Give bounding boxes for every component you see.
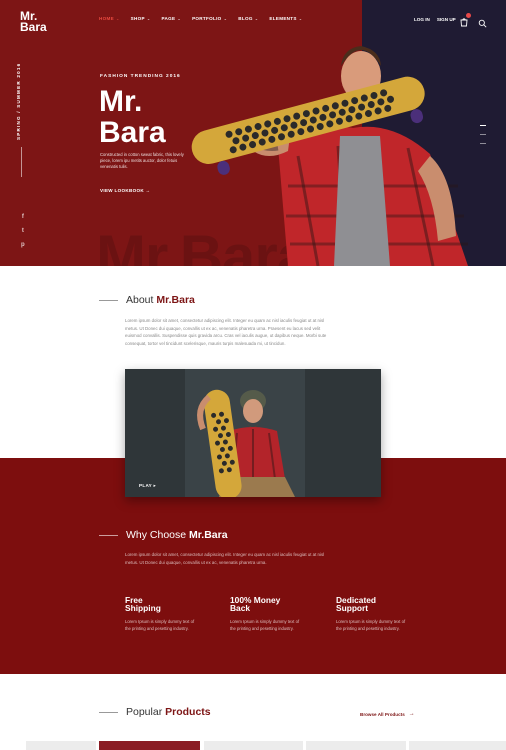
- popular-heading: Popular Products: [99, 706, 211, 718]
- video-thumbnail: [125, 369, 381, 497]
- nav-item-page[interactable]: PAGE ⌄: [162, 16, 182, 21]
- social-links: f t p: [21, 214, 25, 248]
- hero-title-line-1: Mr.: [99, 85, 143, 118]
- heading-dash: [99, 711, 118, 713]
- product-grid: [0, 741, 506, 750]
- browse-label: Browse All Products: [360, 711, 405, 717]
- why-heading: Why Choose Mr.Bara: [99, 529, 228, 541]
- login-link[interactable]: LOG IN: [414, 17, 430, 22]
- why-title: Why Choose Mr.Bara: [126, 529, 228, 541]
- pinterest-icon[interactable]: p: [21, 242, 25, 248]
- signup-link[interactable]: SIGN UP: [437, 17, 456, 22]
- heading-dash: [99, 534, 118, 536]
- feature-title-line-2: Shipping: [125, 603, 161, 613]
- nav-item-elements[interactable]: ELEMENTS ⌄: [269, 16, 302, 21]
- about-title: About Mr.Bara: [126, 294, 195, 306]
- chevron-down-icon: ⌄: [146, 16, 151, 21]
- main-nav: HOME ⌄ SHOP ⌄ PAGE ⌄ PORTFOLIO ⌄ BLOG ⌄ ELEME…: [99, 16, 302, 21]
- arrow-right-icon: →: [408, 711, 415, 717]
- arrow-right-icon: →: [145, 188, 151, 193]
- season-label: SPRING / SUMMER 2016: [16, 62, 21, 140]
- chevron-down-icon: ⌄: [223, 16, 228, 21]
- product-card[interactable]: [409, 741, 506, 750]
- season-divider: [21, 147, 22, 177]
- feature-money-back: 100% Money Back Lorem Ipsum is simply dum…: [230, 596, 304, 632]
- why-title-brand: Mr.Bara: [189, 529, 228, 541]
- nav-item-home[interactable]: HOME ⌄: [99, 16, 120, 21]
- feature-title-line-2: Support: [336, 603, 369, 613]
- twitter-icon[interactable]: t: [22, 228, 24, 234]
- about-text: Lorem ipsum dolor sit amet, consectetur …: [125, 318, 327, 346]
- feature-text: Lorem Ipsum is simply dummy text of the …: [125, 619, 195, 631]
- nav-item-blog[interactable]: BLOG ⌄: [238, 16, 258, 21]
- cart-icon[interactable]: [459, 13, 471, 27]
- nav-label: ELEMENTS: [269, 16, 297, 21]
- feature-dedicated-support: Dedicated Support Lorem Ipsum is simply d…: [336, 596, 410, 632]
- feature-title: Dedicated Support: [336, 596, 410, 612]
- play-icon: ▸: [153, 483, 157, 488]
- popular-title-prefix: Popular: [126, 706, 163, 718]
- nav-label: PAGE: [161, 16, 176, 21]
- product-card[interactable]: [26, 741, 96, 750]
- play-label: PLAY: [139, 483, 152, 488]
- chevron-down-icon: ⌄: [254, 16, 259, 21]
- nav-item-portfolio[interactable]: PORTFOLIO ⌄: [192, 16, 227, 21]
- nav-item-shop[interactable]: SHOP ⌄: [131, 16, 151, 21]
- about-heading: About Mr.Bara: [99, 294, 195, 306]
- chevron-down-icon: ⌄: [298, 16, 303, 21]
- chevron-down-icon: ⌄: [115, 16, 120, 21]
- hero-model-image: [191, 46, 468, 266]
- nav-label: PORTFOLIO: [192, 16, 222, 21]
- feature-title-line-2: Back: [230, 603, 251, 613]
- feature-title: Free Shipping: [125, 596, 199, 612]
- nav-label: BLOG: [238, 16, 253, 21]
- popular-title: Popular Products: [126, 706, 211, 718]
- why-text: Lorem ipsum dolor sit amet, consectetur …: [125, 552, 325, 565]
- hero-title: Mr. Bara: [99, 86, 166, 148]
- product-card[interactable]: [204, 741, 303, 750]
- heading-dash: [99, 299, 118, 301]
- about-title-brand: Mr.Bara: [156, 294, 195, 306]
- hero-title-line-2: Bara: [99, 116, 166, 149]
- logo-line-2: Bara: [20, 20, 47, 34]
- feature-text: Lorem Ipsum is simply dummy text of the …: [336, 619, 406, 631]
- about-title-prefix: About: [126, 294, 154, 306]
- feature-text: Lorem Ipsum is simply dummy text of the …: [230, 619, 300, 631]
- video-player[interactable]: PLAY ▸: [125, 369, 381, 497]
- view-lookbook-label: VIEW LOOKBOOK: [100, 188, 144, 193]
- product-card[interactable]: [99, 741, 200, 750]
- play-button[interactable]: PLAY ▸: [139, 483, 156, 489]
- chevron-down-icon: ⌄: [177, 16, 182, 21]
- popular-title-brand: Products: [165, 706, 211, 718]
- cart-badge: [466, 13, 471, 18]
- feature-free-shipping: Free Shipping Lorem Ipsum is simply dummy…: [125, 596, 199, 632]
- product-card[interactable]: [306, 741, 406, 750]
- nav-label: SHOP: [130, 16, 145, 21]
- site-logo[interactable]: Mr. Bara: [20, 10, 47, 34]
- feature-title: 100% Money Back: [230, 596, 304, 612]
- why-title-prefix: Why Choose: [126, 529, 187, 541]
- nav-label: HOME: [99, 16, 114, 21]
- browse-all-products-link[interactable]: Browse All Products →: [360, 711, 415, 717]
- search-icon[interactable]: [478, 15, 487, 28]
- facebook-icon[interactable]: f: [22, 214, 24, 220]
- view-lookbook-link[interactable]: VIEW LOOKBOOK →: [100, 188, 150, 193]
- hero-section: Mr.Bara Mr. Bara HOME ⌄ SHOP ⌄ PAGE ⌄ PORTF…: [0, 0, 506, 266]
- auth-links: LOG IN SIGN UP: [414, 17, 456, 22]
